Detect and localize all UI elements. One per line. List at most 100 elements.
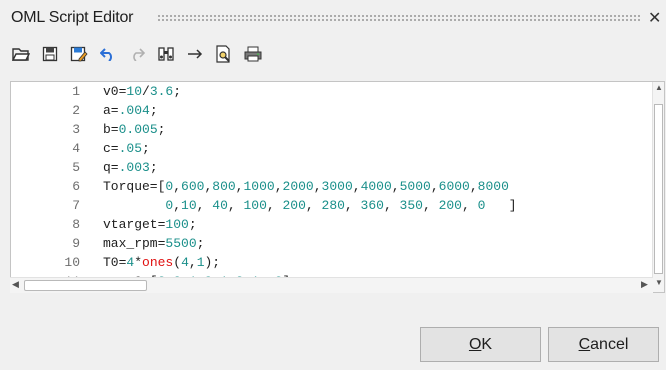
print-icon[interactable] <box>242 43 264 65</box>
horizontal-scrollbar[interactable]: ◀ ▶ <box>10 277 653 293</box>
code-line[interactable]: q=.003; <box>103 158 517 177</box>
code-token: , <box>352 179 361 194</box>
goto-arrow-icon[interactable] <box>184 43 206 65</box>
code-token: , <box>391 179 400 194</box>
vertical-scroll-thumb[interactable] <box>654 104 663 274</box>
line-number: 2 <box>72 103 80 118</box>
line-number: 1 <box>72 84 80 99</box>
line-number: 6 <box>72 179 80 194</box>
drag-grip[interactable] <box>157 14 641 21</box>
code-token: , <box>227 198 244 213</box>
code-token: ; <box>157 122 166 137</box>
open-folder-icon[interactable] <box>10 43 32 65</box>
save-icon[interactable] <box>39 43 61 65</box>
ok-mnemonic: O <box>468 335 482 353</box>
number-token: 800 <box>212 179 236 194</box>
redo-icon[interactable] <box>126 43 148 65</box>
number-token: 5500 <box>165 236 197 251</box>
code-token: q= <box>103 160 119 175</box>
number-token: 350 <box>399 198 423 213</box>
number-token: 600 <box>181 179 205 194</box>
line-number: 7 <box>72 198 80 213</box>
scroll-right-icon[interactable]: ▶ <box>641 279 648 290</box>
number-token: 100 <box>165 217 189 232</box>
ok-button[interactable]: OK <box>420 327 541 362</box>
code-token: , <box>469 179 478 194</box>
code-token: , <box>173 198 182 213</box>
cancel-button[interactable]: Cancel <box>548 327 659 362</box>
function-token: ones <box>142 255 174 270</box>
line-number: 5 <box>72 160 80 175</box>
code-line[interactable]: max_rpm=5500; <box>103 234 517 253</box>
code-token: Torque=[ <box>103 179 166 194</box>
save-as-icon[interactable] <box>68 43 90 65</box>
undo-icon[interactable] <box>97 43 119 65</box>
code-line[interactable]: a=.004; <box>103 101 517 120</box>
code-token: max_rpm= <box>103 236 166 251</box>
code-token: v0= <box>103 84 127 99</box>
horizontal-scroll-thumb[interactable] <box>24 280 147 291</box>
code-token: a= <box>103 103 119 118</box>
title-bar[interactable]: OML Script Editor ✕ <box>0 0 666 34</box>
code-token: , <box>461 198 478 213</box>
code-token: ; <box>149 103 158 118</box>
code-line[interactable]: vtarget=100; <box>103 215 517 234</box>
number-token: 1000 <box>243 179 275 194</box>
number-token: 200 <box>282 198 306 213</box>
code-token: ); <box>204 255 221 270</box>
number-token: .003 <box>118 160 150 175</box>
code-token: ; <box>173 84 182 99</box>
scroll-left-icon[interactable]: ◀ <box>12 279 19 290</box>
code-token: T0= <box>103 255 127 270</box>
code-area[interactable]: v0=10/3.6; a=.004; b=0.005; c=.05; q=.003; To… <box>103 82 517 291</box>
number-token: 4000 <box>360 179 392 194</box>
print-preview-icon[interactable] <box>213 43 235 65</box>
line-number: 8 <box>72 217 80 232</box>
scroll-up-icon[interactable]: ▲ <box>654 83 664 92</box>
code-token: vtarget= <box>103 217 166 232</box>
code-token: , <box>383 198 400 213</box>
number-token: 360 <box>360 198 384 213</box>
code-token: , <box>188 255 197 270</box>
close-icon[interactable]: ✕ <box>648 8 661 28</box>
window-title: OML Script Editor <box>11 9 134 26</box>
line-number: 4 <box>72 141 80 156</box>
code-token: , <box>422 198 439 213</box>
code-line[interactable]: v0=10/3.6; <box>103 82 517 101</box>
code-token: ; <box>149 160 158 175</box>
code-line[interactable]: c=.05; <box>103 139 517 158</box>
code-token: , <box>266 198 283 213</box>
number-token: .05 <box>118 141 143 156</box>
number-token: 6000 <box>438 179 470 194</box>
number-token: 100 <box>243 198 267 213</box>
number-token: 10 <box>181 198 197 213</box>
number-token: 280 <box>321 198 345 213</box>
line-number: 3 <box>72 122 80 137</box>
number-token: 3.6 <box>149 84 174 99</box>
line-number: 9 <box>72 236 80 251</box>
code-token: c= <box>103 141 119 156</box>
code-token: ; <box>188 217 197 232</box>
number-token: 10 <box>126 84 143 99</box>
number-token: 4 <box>181 255 189 270</box>
scroll-down-icon[interactable]: ▼ <box>654 278 664 287</box>
cancel-mnemonic: C <box>578 335 591 353</box>
code-line[interactable]: T0=4*ones(4,1); <box>103 253 517 272</box>
find-icon[interactable] <box>155 43 177 65</box>
code-editor[interactable]: 1234567891011 v0=10/3.6;a=.004;b=0.005;c… <box>10 81 665 293</box>
number-token: 3000 <box>321 179 353 194</box>
number-token: 5000 <box>399 179 431 194</box>
number-token: 1 <box>196 255 205 270</box>
number-token: 2000 <box>282 179 314 194</box>
vertical-scrollbar[interactable]: ▲ ▼ <box>652 82 664 292</box>
line-number: 10 <box>64 255 80 270</box>
code-token: b= <box>103 122 119 137</box>
code-token: , <box>274 179 283 194</box>
code-line[interactable]: b=0.005; <box>103 120 517 139</box>
code-line[interactable]: 0,10, 40, 100, 200, 280, 360, 350, 200, … <box>103 196 516 215</box>
code-token: / <box>142 84 150 99</box>
code-line[interactable]: Torque=[0,600,800,1000,2000,3000,4000,50… <box>103 177 517 196</box>
code-token: * <box>134 255 143 270</box>
toolbar <box>10 42 271 66</box>
number-token: 200 <box>438 198 462 213</box>
